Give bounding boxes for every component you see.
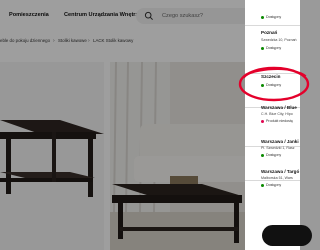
- store-address: Malborska 51, Wars: [261, 176, 293, 180]
- store-address: Szwedzka 10, Poznań: [261, 38, 297, 42]
- store-address: Pl. Szwedzki 1, Rasz: [261, 146, 295, 150]
- store-status: Dostępny: [266, 153, 282, 157]
- highlight-circle: [238, 66, 310, 102]
- select-store-button[interactable]: [262, 225, 312, 246]
- store-item-warszawa-targowek[interactable]: Warszawa / Targó Malborska 51, Wars Dost…: [245, 164, 300, 212]
- status-dot: [261, 184, 264, 187]
- store-name: Warszawa / Targó: [261, 169, 300, 174]
- status-dot: [261, 154, 264, 157]
- store-name: Warszawa / Janki: [261, 139, 299, 144]
- store-address: C.H. Blue City, Hipo: [261, 112, 293, 116]
- store-status: Produkt niedostę: [266, 119, 293, 123]
- store-item[interactable]: Dostępny: [245, 0, 300, 26]
- status-dot: [261, 120, 264, 123]
- store-name: Poznań: [261, 30, 278, 35]
- store-availability-panel: Dostępny Poznań Szwedzka 10, Poznań Dost…: [245, 0, 300, 250]
- status-dot: [261, 16, 264, 19]
- store-status: Dostępny: [266, 15, 282, 19]
- store-status: Dostępny: [266, 183, 282, 187]
- status-dot: [261, 47, 264, 50]
- store-status: Dostępny: [266, 46, 282, 50]
- store-name: Warszawa / Blue: [261, 105, 297, 110]
